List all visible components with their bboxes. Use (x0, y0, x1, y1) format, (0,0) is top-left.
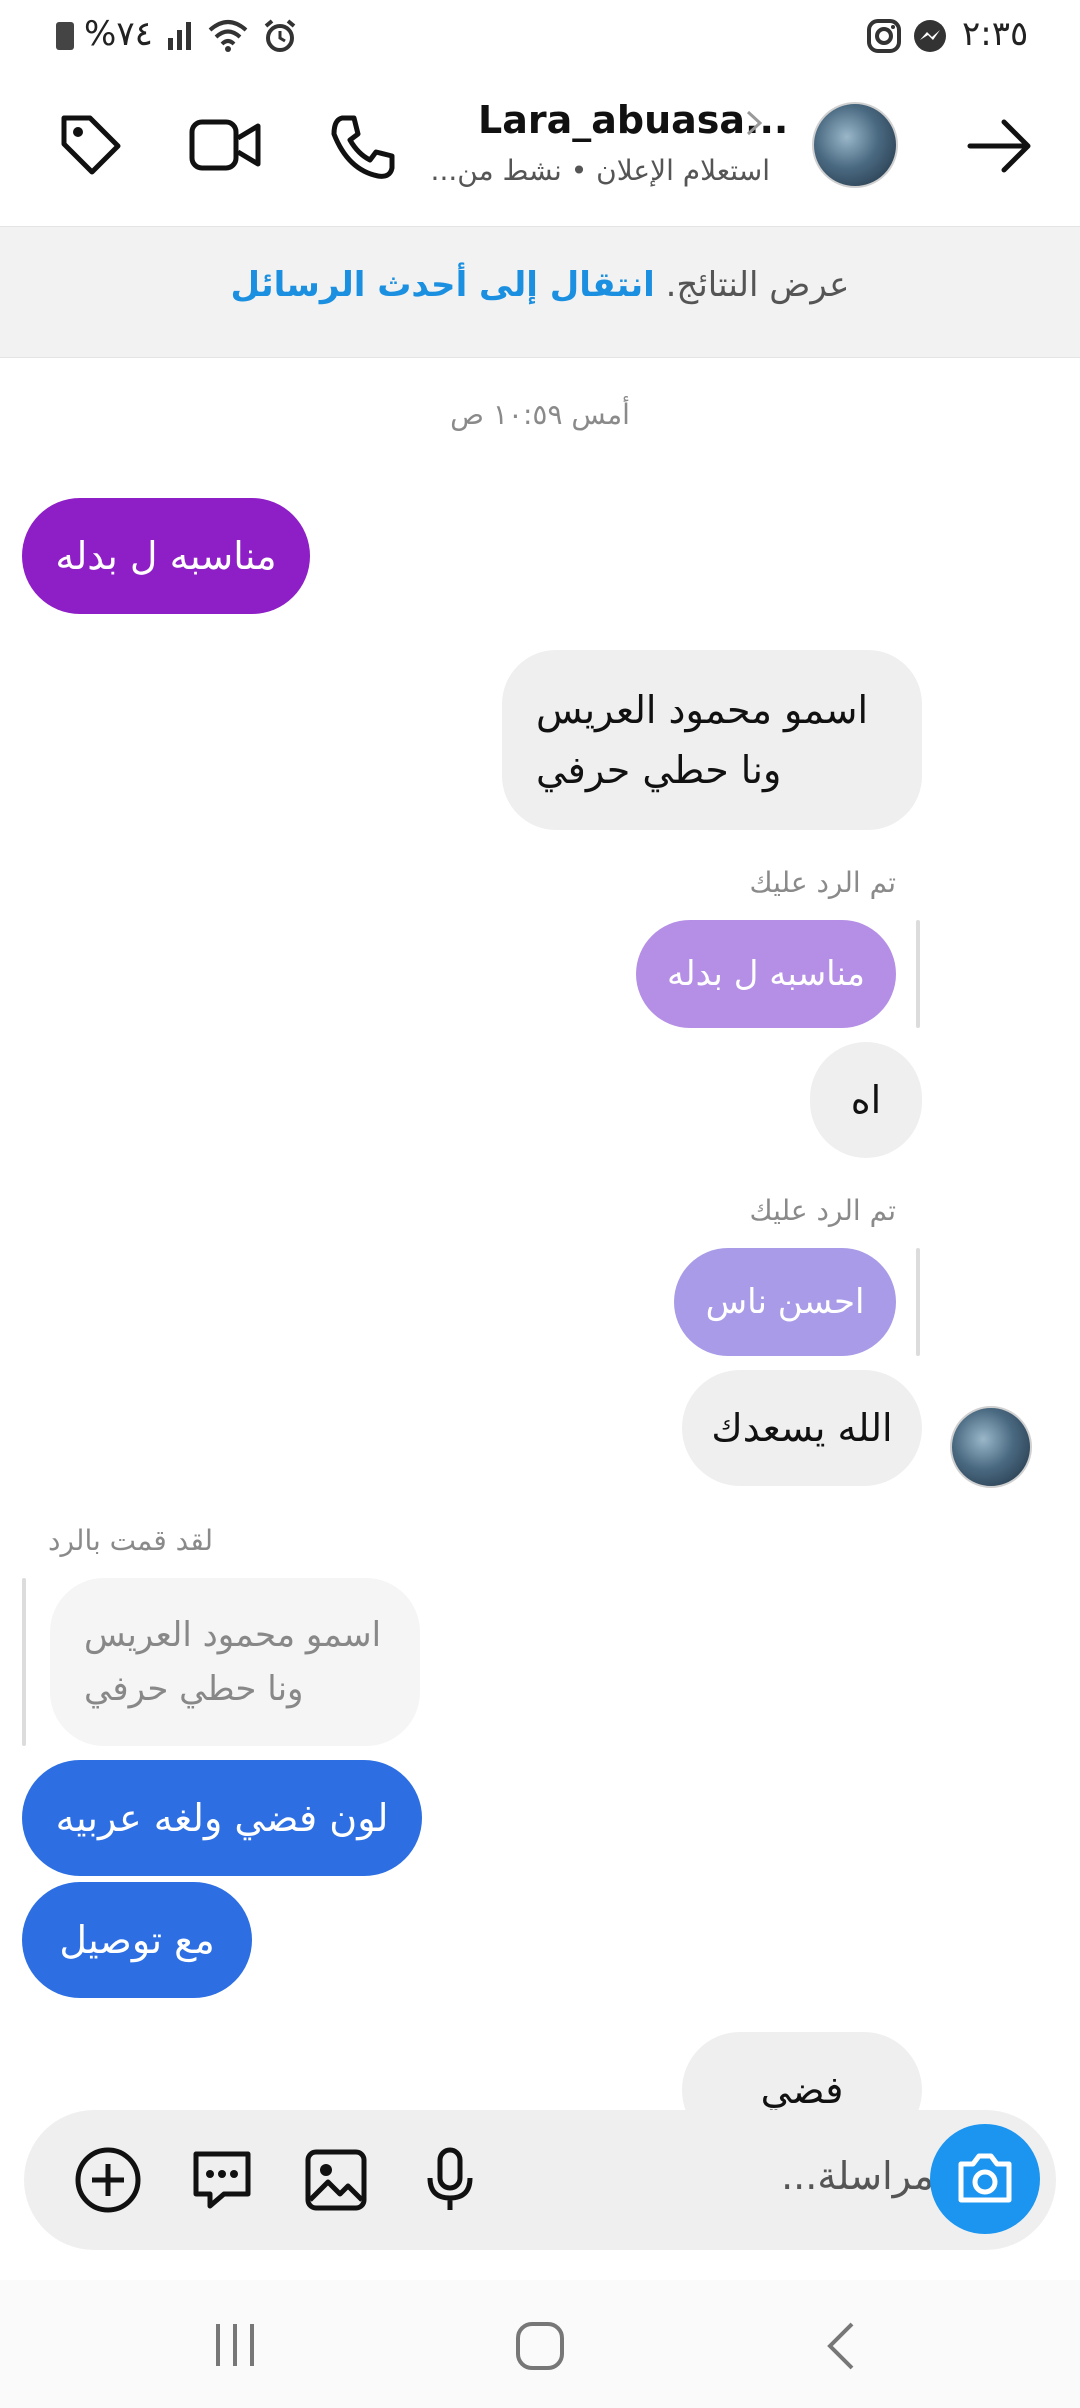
status-bar: %٧٤ ٢:٣٥ (0, 0, 1080, 72)
jump-to-latest-link[interactable]: انتقال إلى أحدث الرسائل (231, 265, 655, 305)
system-navbar (0, 2280, 1080, 2408)
camera-button[interactable] (930, 2124, 1040, 2234)
back-arrow-icon[interactable] (966, 116, 1036, 176)
quoted-text: مناسبه ل بدله (666, 954, 866, 994)
reply-bar (22, 1578, 26, 1746)
reply-note: تم الرد عليك (749, 866, 896, 899)
recent-apps-icon[interactable] (210, 2320, 260, 2374)
signal-icon (166, 18, 200, 56)
message-line: اسمو محمود العريس (536, 688, 869, 732)
message-composer: مراسلة... (24, 2110, 1056, 2250)
chat-header: Lara_abuasa... استعلام الإعلان • نشط من.… (0, 80, 1080, 230)
quoted-line: اسمو محمود العريس (84, 1615, 382, 1655)
message-bubble[interactable]: مناسبه ل بدله (22, 498, 310, 614)
message-text: مناسبه ل بدله (55, 534, 277, 578)
partial-message-clip: فضي (0, 2020, 1080, 2110)
battery-icon (56, 22, 74, 50)
quoted-message[interactable]: مناسبه ل بدله (636, 920, 896, 1028)
message-line: ونا حطي حرفي (536, 748, 782, 792)
home-icon[interactable] (512, 2318, 568, 2378)
message-text: فضي (760, 2068, 844, 2110)
sender-avatar[interactable] (950, 1406, 1032, 1488)
sticker-icon[interactable] (188, 2146, 256, 2214)
wifi-icon (206, 18, 250, 58)
message-text: اه (850, 1078, 882, 1122)
contact-subtitle: استعلام الإعلان • نشط من... (430, 154, 770, 187)
message-input[interactable]: مراسلة... (564, 2154, 934, 2198)
message-bubble[interactable]: لون فضي ولغه عربيه (22, 1760, 422, 1876)
instagram-icon (866, 18, 902, 58)
message-text: مع توصيل (59, 1918, 215, 1962)
reply-bar (916, 920, 920, 1028)
video-call-icon[interactable] (188, 114, 262, 176)
message-bubble[interactable]: فضي (682, 2032, 922, 2110)
avatar[interactable] (812, 102, 898, 188)
gallery-icon[interactable] (302, 2146, 370, 2214)
phone-icon[interactable] (328, 112, 398, 182)
banner-text: عرض النتائج. انتقال إلى أحدث الرسائل (0, 265, 1080, 305)
reply-note: لقد قمت بالرد (48, 1524, 214, 1557)
quoted-message[interactable]: اسمو محمود العريس ونا حطي حرفي (50, 1578, 420, 1746)
quoted-text: احسن ناس (705, 1282, 865, 1322)
timestamp: أمس ١٠:٥٩ ص (450, 398, 630, 431)
clock: ٢:٣٥ (962, 14, 1029, 54)
messenger-icon (912, 18, 948, 58)
message-bubble[interactable]: اسمو محمود العريس ونا حطي حرفي (502, 650, 922, 830)
message-bubble[interactable]: مع توصيل (22, 1882, 252, 1998)
message-text: لون فضي ولغه عربيه (55, 1796, 389, 1840)
message-bubble[interactable]: الله يسعدك (682, 1370, 922, 1486)
battery-percent: %٧٤ (84, 14, 153, 54)
message-bubble[interactable]: اه (810, 1042, 922, 1158)
message-text: الله يسعدك (711, 1406, 893, 1450)
alarm-icon (262, 18, 298, 58)
quoted-message[interactable]: احسن ناس (674, 1248, 896, 1356)
contact-username[interactable]: Lara_abuasa... (478, 98, 788, 142)
add-icon[interactable] (74, 2146, 142, 2214)
reply-note: تم الرد عليك (749, 1194, 896, 1227)
quoted-line: ونا حطي حرفي (84, 1669, 304, 1709)
back-icon[interactable] (820, 2318, 860, 2378)
camera-icon (958, 2153, 1012, 2203)
chevron-icon[interactable] (744, 108, 766, 142)
microphone-icon[interactable] (422, 2146, 478, 2214)
tag-icon[interactable] (56, 110, 126, 180)
banner-prefix: عرض النتائج. (665, 265, 850, 305)
reply-bar (916, 1248, 920, 1356)
